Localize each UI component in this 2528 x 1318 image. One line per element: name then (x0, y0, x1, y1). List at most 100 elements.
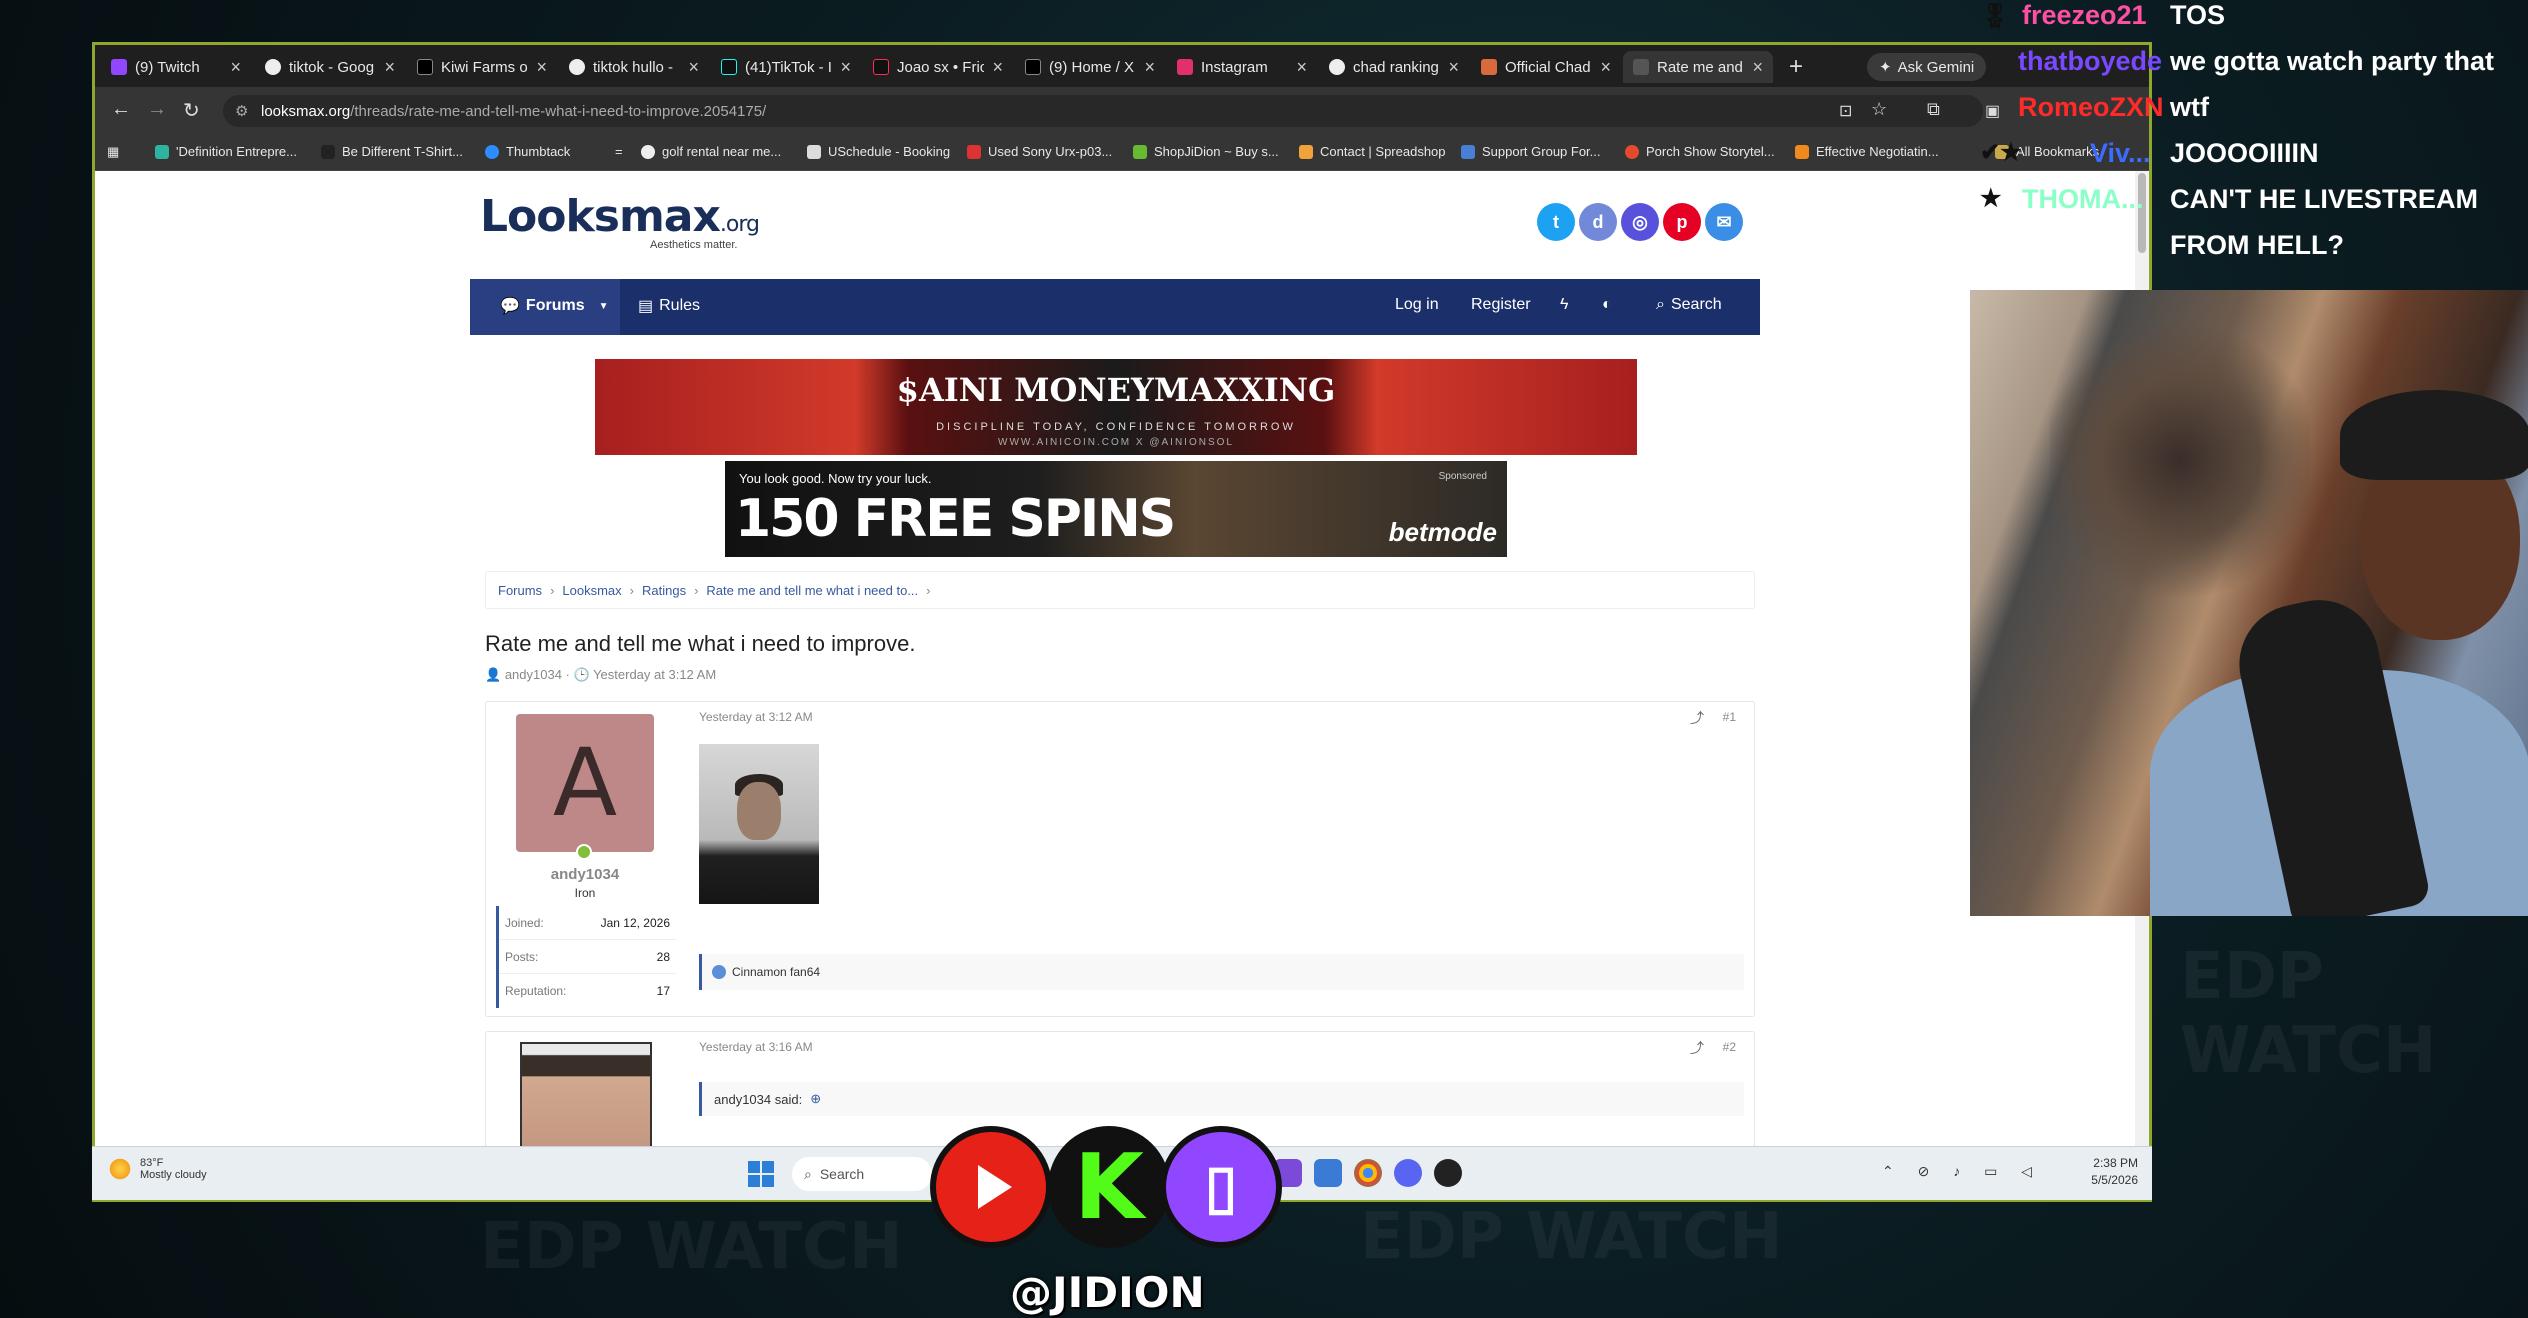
tiktok-icon (873, 59, 889, 75)
windows-start-icon[interactable] (748, 1161, 774, 1187)
instagram-icon[interactable]: ◎ (1621, 203, 1659, 241)
taskbar-search[interactable]: ⌕ Search (792, 1157, 932, 1191)
x-logo-icon (1025, 59, 1041, 75)
install-icon[interactable]: ⊡ (1839, 101, 1852, 121)
new-tab-button[interactable]: + (1789, 53, 1803, 81)
url-input[interactable]: ⚙ looksmax.org/threads/rate-me-and-tell-… (223, 95, 1983, 127)
apps-icon[interactable]: ▦ (107, 144, 119, 160)
search-link[interactable]: ⌕ Search (1656, 296, 1722, 314)
discord-icon[interactable] (1394, 1159, 1422, 1187)
close-icon[interactable]: × (840, 57, 851, 78)
close-icon[interactable]: × (230, 57, 241, 78)
breadcrumb-item[interactable]: Forums (498, 583, 542, 598)
avatar[interactable]: A (516, 714, 654, 852)
tab-google[interactable]: tiktok hullo - × (559, 51, 709, 83)
ad-banner-betmode[interactable]: You look good. Now try your luck. 150 FR… (725, 461, 1507, 557)
post-number[interactable]: #1 (1723, 710, 1736, 724)
quote-block[interactable]: andy1034 said: ⊕ (699, 1082, 1744, 1116)
login-link[interactable]: Log in (1395, 296, 1439, 314)
bookmark-icon (155, 144, 169, 159)
clock[interactable]: 2:38 PM 5/5/2026 (2091, 1155, 2138, 1189)
bookmark-item[interactable]: Porch Show Storytel... (1625, 144, 1775, 159)
bolt-icon[interactable]: ϟ (1560, 296, 1568, 314)
post-date[interactable]: Yesterday at 3:16 AM (699, 1040, 813, 1054)
durag (2340, 390, 2528, 480)
thread-author[interactable]: andy1034 (505, 667, 562, 682)
username[interactable]: andy1034 (486, 866, 684, 883)
site-logo[interactable]: Looksmax.org (480, 191, 760, 242)
tab-x[interactable]: (9) Home / X × (1015, 51, 1165, 83)
google-icon (641, 144, 655, 159)
pinterest-icon[interactable]: p (1663, 203, 1701, 241)
tab-twitch[interactable]: (9) Twitch × (101, 51, 251, 83)
share-icon[interactable]: ⤴ (1690, 1038, 1704, 1058)
extensions-icon[interactable]: ⧉ (1927, 99, 1940, 120)
tab-official-chad[interactable]: Official Chad × (1471, 51, 1621, 83)
bookmark-item[interactable]: Be Different T-Shirt... (321, 144, 463, 159)
bookmark-item[interactable]: 'Definition Entrepre... (155, 144, 297, 159)
system-tray[interactable]: ⌃ ⊘ ♪ ▭ ◁ (1882, 1163, 2042, 1180)
tab-tiktok[interactable]: (41)TikTok - I × (711, 51, 861, 83)
close-icon[interactable]: × (1144, 57, 1155, 78)
reload-icon[interactable]: ↻ (183, 98, 200, 123)
ask-gemini-button[interactable]: ✦ Ask Gemini (1867, 53, 1987, 81)
app-icon[interactable] (1314, 1159, 1342, 1187)
bookmark-item[interactable]: Thumbtack (485, 144, 570, 159)
back-icon[interactable]: ← (111, 98, 131, 121)
toggle-icon[interactable]: ◐ (1602, 296, 1612, 314)
tab-google[interactable]: chad ranking × (1319, 51, 1469, 83)
post-date[interactable]: Yesterday at 3:12 AM (699, 710, 813, 724)
close-icon[interactable]: × (992, 57, 1003, 78)
breadcrumb: Forums › Looksmax › Ratings › Rate me and t… (485, 571, 1755, 609)
close-icon[interactable]: × (536, 57, 547, 78)
twitter-icon[interactable]: t (1537, 203, 1575, 241)
weather-widget[interactable]: 83°F Mostly cloudy (108, 1157, 207, 1181)
close-icon[interactable]: × (1296, 57, 1307, 78)
bookmark-item[interactable]: golf rental near me... (641, 144, 781, 159)
app-icon[interactable] (1434, 1159, 1462, 1187)
close-icon[interactable]: × (1448, 57, 1459, 78)
tab-x[interactable]: Kiwi Farms o × (407, 51, 557, 83)
bookmark-item[interactable]: = (615, 144, 623, 159)
bookmark-item[interactable]: Effective Negotiatin... (1795, 144, 1939, 159)
register-link[interactable]: Register (1471, 296, 1531, 314)
share-icon[interactable]: ⤴ (1690, 708, 1704, 728)
arrow-up-circle-icon[interactable]: ⊕ (810, 1091, 821, 1107)
tab-tiktok[interactable]: Joao sx • Fric × (863, 51, 1013, 83)
breadcrumb-item[interactable]: Rate me and tell me what i need to... (706, 583, 918, 598)
star-icon[interactable]: ☆ (1871, 99, 1887, 120)
chat-username: Viv... (2090, 138, 2151, 168)
bookmark-item[interactable]: Used Sony Urx-p03... (967, 144, 1112, 159)
forward-icon[interactable]: → (147, 98, 167, 121)
ad-banner-aini[interactable]: $AINI MONEYMAXXING DISCIPLINE TODAY, CON… (595, 359, 1637, 455)
email-icon[interactable]: ✉ (1705, 203, 1743, 241)
tab-instagram[interactable]: Instagram × (1167, 51, 1317, 83)
post-number[interactable]: #2 (1723, 1040, 1736, 1054)
post-image[interactable] (699, 744, 819, 904)
close-icon[interactable]: × (1752, 57, 1763, 78)
discord-icon[interactable]: d (1579, 203, 1617, 241)
chat-badge-icon: 🎖 (1980, 3, 2011, 30)
bookmark-item[interactable]: USchedule - Booking (807, 144, 950, 159)
site-info-icon[interactable]: ⚙ (235, 102, 248, 120)
forums-link[interactable]: 💬 Forums ▼ (500, 296, 609, 316)
chevron-right-icon: › (926, 582, 931, 598)
thread-time[interactable]: Yesterday at 3:12 AM (593, 667, 716, 682)
bookmark-item[interactable]: Support Group For... (1461, 144, 1601, 159)
close-icon[interactable]: × (384, 57, 395, 78)
breadcrumb-item[interactable]: Looksmax (562, 583, 621, 598)
rules-link[interactable]: ▤ Rules (638, 296, 700, 316)
close-icon[interactable]: × (688, 57, 699, 78)
close-icon[interactable]: × (1600, 57, 1611, 78)
avatar[interactable] (520, 1042, 652, 1152)
browser-window: (9) Twitch × tiktok - Goog × Kiwi Farms o ×… (92, 42, 2152, 1202)
sun-cloud-icon (108, 1157, 132, 1181)
breadcrumb-item[interactable]: Ratings (642, 583, 686, 598)
bookmark-item[interactable]: ShopJiDion ~ Buy s... (1133, 144, 1279, 159)
instagram-icon (1177, 59, 1193, 75)
tab-google[interactable]: tiktok - Goog × (255, 51, 405, 83)
chrome-icon[interactable] (1354, 1159, 1382, 1187)
thread-title: Rate me and tell me what i need to impro… (485, 631, 916, 656)
tab-looksmax-active[interactable]: Rate me and × (1623, 51, 1773, 83)
bookmark-item[interactable]: Contact | Spreadshop (1299, 144, 1446, 159)
